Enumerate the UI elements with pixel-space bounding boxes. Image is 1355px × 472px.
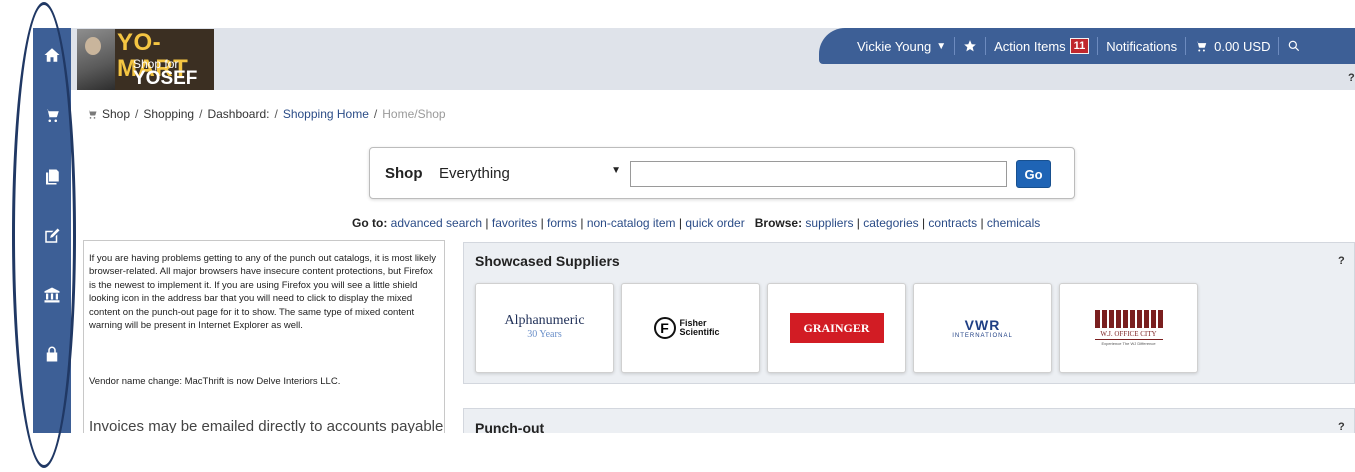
supplier-card-fisher[interactable]: F Fisher Scientific xyxy=(621,283,760,373)
breadcrumb-separator: / xyxy=(373,107,378,121)
search-button[interactable] xyxy=(1279,36,1309,56)
goto-label: Go to: xyxy=(352,216,388,230)
breadcrumb-separator: / xyxy=(135,107,139,121)
breadcrumb-shopping-home[interactable]: Shopping Home xyxy=(283,107,369,121)
link-categories[interactable]: categories xyxy=(863,216,918,230)
showcase-title: Showcased Suppliers xyxy=(475,253,620,269)
sidebar-item-documents[interactable] xyxy=(33,157,71,197)
shop-search-panel: Shop Everything ▼ Go xyxy=(369,147,1075,199)
category-select[interactable]: Everything ▼ xyxy=(435,161,627,185)
link-chemicals[interactable]: chemicals xyxy=(987,216,1040,230)
shop-label: Shop xyxy=(385,165,423,182)
action-items-label: Action Items xyxy=(994,38,1066,54)
link-non-catalog-item[interactable]: non-catalog item xyxy=(587,216,676,230)
breadcrumb-shop: Shop xyxy=(102,107,131,121)
breadcrumb-separator: / xyxy=(274,107,278,121)
home-icon xyxy=(44,48,60,62)
supplier-card-grainger[interactable]: GRAINGER xyxy=(767,283,906,373)
breadcrumb-current: Home/Shop xyxy=(382,107,446,121)
supplier-card-alphanumeric[interactable]: Alphanumeric 30 Years xyxy=(475,283,614,373)
wj-logo-sub: Experience The WJ Difference xyxy=(1094,339,1163,346)
user-bar: Vickie Young ▼ Action Items 11 Notificat… xyxy=(819,28,1355,64)
user-menu[interactable]: Vickie Young ▼ xyxy=(849,36,954,56)
fisher-logo-text: Fisher Scientific xyxy=(679,318,720,337)
app-window: YO-MART Shop for YOSEF Vickie Young ▼ Ac… xyxy=(0,0,1355,472)
link-suppliers[interactable]: suppliers xyxy=(805,216,853,230)
vwr-logo-text: VWR xyxy=(964,317,1001,333)
announcements-panel: If you are having problems getting to an… xyxy=(83,240,445,434)
chevron-down-icon: ▼ xyxy=(936,40,947,52)
link-advanced-search[interactable]: advanced search xyxy=(391,216,482,230)
page-help-button[interactable]: ? xyxy=(1348,72,1355,84)
edit-icon xyxy=(45,228,60,243)
sidebar-item-setup[interactable] xyxy=(33,334,71,374)
showcase-help-button[interactable]: ? xyxy=(1338,255,1345,267)
link-quick-order[interactable]: quick order xyxy=(685,216,744,230)
search-icon xyxy=(1289,40,1300,52)
documents-icon xyxy=(46,169,59,185)
link-favorites[interactable]: favorites xyxy=(492,216,537,230)
category-select-value: Everything xyxy=(439,164,510,182)
announcement-invoices: Invoices may be emailed directly to acco… xyxy=(89,418,444,434)
fisher-f-icon: F xyxy=(653,317,676,339)
sidebar-item-accounts-payable[interactable] xyxy=(33,275,71,315)
search-input[interactable] xyxy=(630,161,1007,187)
cart-icon xyxy=(87,110,97,119)
link-contracts[interactable]: contracts xyxy=(928,216,977,230)
action-items-badge: 11 xyxy=(1069,38,1090,54)
cart-icon xyxy=(45,109,59,123)
alphanumeric-logo-text: Alphanumeric xyxy=(504,313,585,328)
logo-name: YOSEF xyxy=(133,68,198,89)
user-name: Vickie Young xyxy=(857,38,932,54)
breadcrumb-dashboard: Dashboard: xyxy=(207,107,270,121)
lock-icon xyxy=(46,346,58,362)
sidebar xyxy=(33,28,71,433)
breadcrumb-shopping: Shopping xyxy=(143,107,195,121)
wj-office-city-logo: W.J. OFFICE CITY Experience The WJ Diffe… xyxy=(1094,310,1163,346)
crop-mask xyxy=(71,433,1355,472)
notifications-label: Notifications xyxy=(1106,38,1178,54)
sidebar-item-shop[interactable] xyxy=(33,95,71,135)
fisher-logo: F Fisher Scientific xyxy=(653,317,728,339)
announcement-browser: If you are having problems getting to an… xyxy=(89,253,436,332)
announcement-vendor-change: Vendor name change: MacThrift is now Del… xyxy=(89,376,341,387)
cart-total: 0.00 USD xyxy=(1214,38,1271,54)
supplier-card-wj-office-city[interactable]: W.J. OFFICE CITY Experience The WJ Diffe… xyxy=(1059,283,1198,373)
punchout-help-button[interactable]: ? xyxy=(1338,421,1345,433)
breadcrumb-separator: / xyxy=(199,107,203,121)
favorites-button[interactable] xyxy=(955,36,985,56)
chevron-down-icon: ▼ xyxy=(611,165,621,176)
grainger-logo: GRAINGER xyxy=(789,313,884,343)
sidebar-item-home[interactable] xyxy=(33,35,71,75)
sidebar-item-approvals[interactable] xyxy=(33,216,71,256)
link-forms[interactable]: forms xyxy=(547,216,577,230)
browse-label: Browse: xyxy=(754,216,803,230)
go-button[interactable]: Go xyxy=(1016,160,1051,188)
wj-logo-text: W.J. OFFICE CITY xyxy=(1100,330,1157,338)
building-icon xyxy=(1094,310,1163,328)
notifications-button[interactable]: Notifications xyxy=(1098,36,1185,56)
showcased-suppliers-panel: Showcased Suppliers ? Alphanumeric 30 Ye… xyxy=(463,242,1355,384)
vwr-logo-sub: INTERNATIONAL xyxy=(952,333,1013,339)
vwr-logo: VWR INTERNATIONAL xyxy=(952,317,1013,339)
quick-links: Go to: advanced search | favorites | for… xyxy=(352,216,1041,230)
star-icon xyxy=(964,40,976,52)
cart-button[interactable]: 0.00 USD xyxy=(1186,36,1278,56)
logo-photo xyxy=(77,29,115,90)
cart-icon xyxy=(1195,41,1207,52)
breadcrumb: Shop / Shopping / Dashboard: / Shopping … xyxy=(86,107,446,121)
action-items-button[interactable]: Action Items 11 xyxy=(986,36,1097,56)
bank-icon xyxy=(44,287,60,303)
alphanumeric-logo: Alphanumeric 30 Years xyxy=(504,314,584,342)
supplier-card-vwr[interactable]: VWR INTERNATIONAL xyxy=(913,283,1052,373)
organization-logo[interactable]: YO-MART Shop for YOSEF xyxy=(77,29,214,90)
alphanumeric-logo-sub: 30 Years xyxy=(527,329,562,340)
